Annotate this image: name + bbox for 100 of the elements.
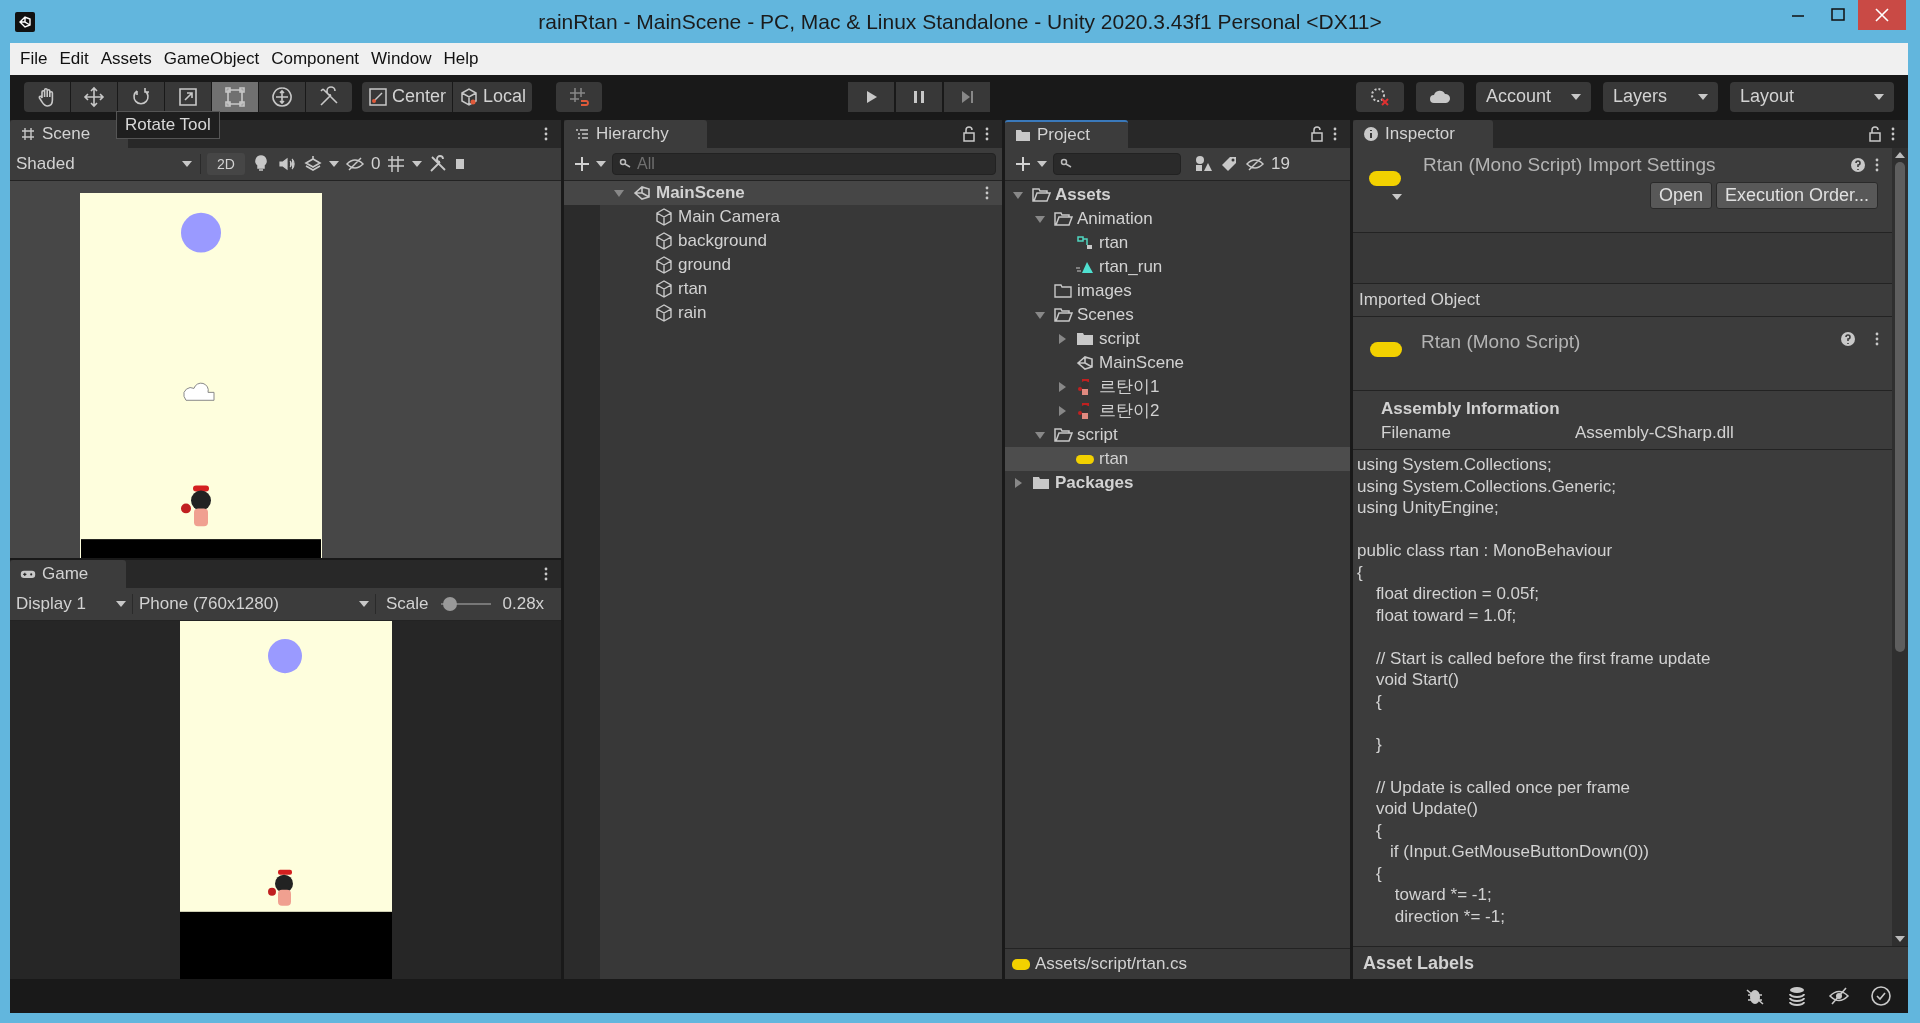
hierarchy-item[interactable]: Main Camera	[678, 207, 781, 227]
help-icon[interactable]	[1850, 157, 1866, 173]
hierarchy-tab[interactable]: Hierarchy	[564, 120, 707, 148]
menu-item[interactable]: Window	[365, 49, 438, 69]
display-dropdown[interactable]: Display 1	[16, 594, 133, 614]
tool-button[interactable]	[259, 81, 305, 112]
lock-icon[interactable]	[1310, 126, 1324, 142]
menu-item[interactable]: File	[14, 49, 54, 69]
more-icon[interactable]	[984, 185, 990, 201]
project-item[interactable]: rtan_run	[1099, 256, 1163, 278]
expand-arrow-icon[interactable]	[1013, 190, 1023, 200]
lock-icon[interactable]	[962, 126, 976, 142]
more-icon[interactable]	[1874, 331, 1880, 347]
hierarchy-item[interactable]: ground	[678, 255, 731, 275]
check-circle-icon[interactable]	[1870, 985, 1892, 1007]
open-button[interactable]: Open	[1649, 182, 1712, 209]
project-item[interactable]: 르탄이1	[1099, 376, 1160, 398]
move-arrows-icon	[82, 84, 106, 109]
grid-icon[interactable]	[386, 154, 407, 174]
scroll-down-icon[interactable]	[1895, 936, 1905, 942]
database-icon[interactable]	[1786, 985, 1808, 1007]
pause-button[interactable]	[896, 81, 943, 112]
expand-arrow-icon[interactable]	[1057, 382, 1067, 392]
expand-arrow-icon[interactable]	[614, 188, 624, 198]
project-item[interactable]: rtan	[1099, 232, 1129, 254]
cloud-button[interactable]	[1416, 81, 1464, 112]
grid-snap-button[interactable]	[556, 81, 603, 112]
project-tab[interactable]: Project	[1005, 120, 1128, 148]
hidden-eye-icon[interactable]	[1828, 985, 1850, 1007]
menu-item[interactable]: Component	[265, 49, 366, 69]
cube-icon	[654, 279, 674, 299]
expand-arrow-icon[interactable]	[1057, 406, 1067, 416]
tool-button[interactable]	[24, 81, 70, 112]
caret-icon[interactable]	[328, 161, 339, 167]
project-item[interactable]: Scenes	[1077, 304, 1134, 326]
caret-icon[interactable]	[412, 161, 423, 167]
help-icon[interactable]	[1840, 331, 1856, 347]
tool-button[interactable]	[118, 81, 164, 112]
tool-button[interactable]	[306, 81, 352, 112]
project-item[interactable]: rtan	[1099, 448, 1129, 470]
execution-order-button[interactable]: Execution Order...	[1715, 182, 1878, 209]
inspector-tab[interactable]: Inspector	[1353, 120, 1493, 148]
toolbar-dropdown[interactable]: Account	[1476, 81, 1591, 112]
shading-dropdown[interactable]: Shaded	[16, 154, 201, 174]
expand-arrow-icon[interactable]	[1035, 310, 1045, 320]
menu-item[interactable]: Help	[437, 49, 485, 69]
tool-button[interactable]	[212, 81, 258, 112]
more-icon[interactable]	[543, 126, 549, 142]
hierarchy-item[interactable]: rtan	[678, 279, 708, 299]
project-item[interactable]: MainScene	[1099, 352, 1185, 374]
hidden-count: 19	[1271, 154, 1290, 174]
expand-arrow-icon[interactable]	[1013, 478, 1023, 488]
mode-2d-button[interactable]: 2D	[207, 153, 245, 175]
tool-button[interactable]	[165, 81, 211, 112]
slider-thumb[interactable]	[443, 597, 458, 611]
lock-icon[interactable]	[1868, 126, 1882, 142]
expand-arrow-icon[interactable]	[1035, 214, 1045, 224]
caret-icon[interactable]	[1037, 161, 1047, 167]
more-icon[interactable]	[1890, 126, 1896, 142]
add-icon[interactable]	[1015, 156, 1031, 172]
more-icon[interactable]	[543, 566, 549, 582]
project-item[interactable]: Packages	[1055, 472, 1134, 494]
more-icon[interactable]	[984, 126, 990, 142]
tool-button[interactable]	[71, 81, 117, 112]
project-item[interactable]: images	[1077, 280, 1132, 302]
collab-button[interactable]	[1356, 81, 1404, 112]
expand-arrow-icon[interactable]	[1035, 430, 1045, 440]
scrollbar[interactable]	[1892, 148, 1908, 946]
scroll-up-icon[interactable]	[1895, 152, 1905, 158]
shapes-icon[interactable]	[1193, 154, 1213, 174]
project-item[interactable]: script	[1099, 328, 1140, 350]
layers-icon[interactable]	[302, 154, 323, 174]
caret-icon[interactable]	[1392, 194, 1402, 200]
hierarchy-item[interactable]: background	[678, 231, 767, 251]
search-field[interactable]: All	[612, 153, 996, 175]
search-field[interactable]	[1053, 153, 1181, 175]
more-icon[interactable]	[1874, 157, 1880, 173]
project-item[interactable]: Assets	[1055, 184, 1111, 206]
menu-item[interactable]: Edit	[53, 49, 95, 69]
assembly-heading: Assembly Information	[1381, 399, 1561, 419]
close-icon[interactable]	[1858, 0, 1906, 30]
toolbar-dropdown[interactable]: Layout	[1730, 81, 1894, 112]
add-icon[interactable]	[574, 156, 590, 172]
play-button[interactable]	[848, 81, 895, 112]
pivot-center-button[interactable]: Center	[362, 81, 453, 112]
project-item[interactable]: 르탄이2	[1099, 400, 1160, 422]
menu-item[interactable]: Assets	[94, 49, 158, 69]
menu-item[interactable]: GameObject	[157, 49, 266, 69]
game-tab[interactable]: Game	[10, 560, 127, 588]
resolution-dropdown[interactable]: Phone (760x1280)	[139, 594, 376, 614]
hierarchy-item[interactable]: rain	[678, 303, 707, 323]
toolbar-dropdown[interactable]: Layers	[1603, 81, 1718, 112]
caret-icon[interactable]	[596, 161, 606, 167]
project-item[interactable]: Animation	[1077, 208, 1153, 230]
expand-arrow-icon[interactable]	[1057, 334, 1067, 344]
step-button[interactable]	[944, 81, 991, 112]
pivot-local-button[interactable]: Local	[453, 81, 533, 112]
project-item[interactable]: script	[1077, 424, 1118, 446]
scene-name[interactable]: MainScene	[656, 183, 745, 203]
more-icon[interactable]	[1332, 126, 1338, 142]
